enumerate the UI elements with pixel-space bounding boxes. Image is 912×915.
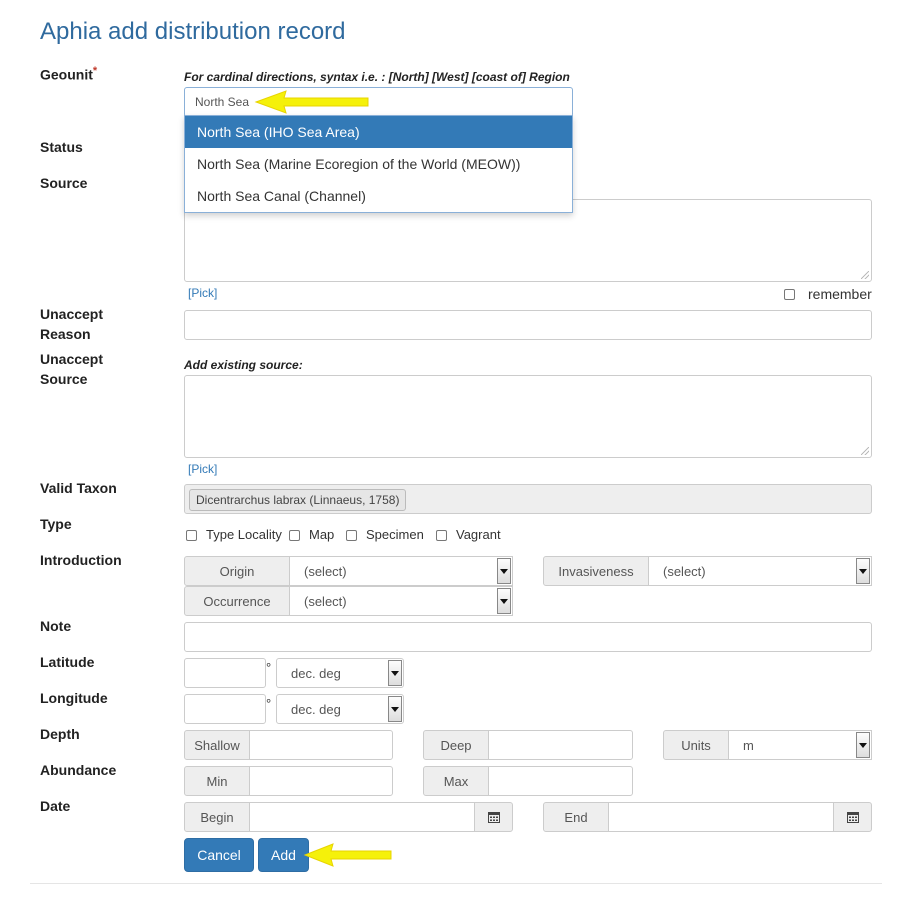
unaccept-reason-label: Unaccept Reason	[40, 306, 104, 342]
valid-taxon-tag: Dicentrarchus labrax (Linnaeus, 1758)	[189, 489, 407, 511]
specimen-checkbox[interactable]	[346, 530, 357, 541]
note-input[interactable]	[184, 622, 872, 652]
depth-label: Depth	[40, 726, 80, 742]
depth-units-select[interactable]: m	[728, 730, 872, 760]
end-date-input[interactable]	[608, 802, 834, 832]
longitude-label: Longitude	[40, 690, 108, 706]
latitude-unit-select[interactable]: dec. deg	[276, 658, 404, 688]
end-addon: End	[543, 802, 609, 832]
degree-symbol: °	[266, 696, 272, 711]
max-addon: Max	[423, 766, 489, 796]
invasiveness-addon: Invasiveness	[543, 556, 649, 586]
min-input[interactable]	[249, 766, 393, 796]
begin-date-input[interactable]	[249, 802, 475, 832]
geounit-input[interactable]: North Sea	[184, 87, 573, 117]
chevron-down-icon[interactable]	[388, 696, 402, 722]
required-mark: *	[92, 65, 98, 77]
unaccept-source-pick-link[interactable]: [Pick]	[188, 462, 217, 476]
remember-checkbox[interactable]	[784, 289, 795, 300]
type-label: Type	[40, 516, 72, 532]
pointer-arrow-icon	[303, 843, 392, 867]
geounit-label: Geounit*	[40, 65, 98, 83]
chevron-down-icon[interactable]	[388, 660, 402, 686]
specimen-label: Specimen	[366, 527, 424, 542]
divider	[30, 883, 882, 884]
occurrence-addon: Occurrence	[184, 586, 290, 616]
shallow-input[interactable]	[249, 730, 393, 760]
suggestion-item[interactable]: North Sea (Marine Ecoregion of the World…	[185, 148, 572, 180]
calendar-icon	[846, 812, 859, 823]
vagrant-checkbox[interactable]	[436, 530, 447, 541]
resize-grip-icon[interactable]	[861, 271, 869, 279]
type-locality-checkbox[interactable]	[186, 530, 197, 541]
deep-addon: Deep	[423, 730, 489, 760]
occurrence-select[interactable]: (select)	[289, 586, 513, 616]
latitude-input[interactable]	[184, 658, 266, 688]
longitude-input[interactable]	[184, 694, 266, 724]
page-title: Aphia add distribution record	[40, 18, 346, 45]
suggestion-item[interactable]: North Sea (IHO Sea Area)	[185, 116, 572, 148]
begin-addon: Begin	[184, 802, 250, 832]
unaccept-source-textarea[interactable]	[184, 375, 872, 458]
map-checkbox[interactable]	[289, 530, 300, 541]
valid-taxon-field: Dicentrarchus labrax (Linnaeus, 1758)	[184, 484, 872, 514]
valid-taxon-label: Valid Taxon	[40, 480, 117, 496]
units-addon: Units	[663, 730, 729, 760]
degree-symbol: °	[266, 660, 272, 675]
begin-calendar-button[interactable]	[474, 802, 513, 832]
date-label: Date	[40, 798, 71, 814]
status-label: Status	[40, 139, 83, 155]
end-calendar-button[interactable]	[833, 802, 872, 832]
pointer-arrow-icon	[254, 90, 369, 114]
geounit-hint: For cardinal directions, syntax i.e. : […	[184, 70, 570, 84]
introduction-label: Introduction	[40, 552, 122, 568]
deep-input[interactable]	[488, 730, 633, 760]
unaccept-source-label: Unaccept Source	[40, 351, 104, 387]
source-label: Source	[40, 175, 88, 191]
map-label: Map	[309, 527, 335, 542]
unaccept-reason-input[interactable]	[184, 310, 872, 340]
chevron-down-icon[interactable]	[856, 558, 870, 584]
cancel-button[interactable]: Cancel	[184, 838, 254, 872]
source-pick-link[interactable]: [Pick]	[188, 286, 217, 300]
origin-select[interactable]: (select)	[289, 556, 513, 586]
origin-addon: Origin	[184, 556, 290, 586]
suggestion-item[interactable]: North Sea Canal (Channel)	[185, 180, 572, 212]
add-button[interactable]: Add	[258, 838, 309, 872]
longitude-unit-select[interactable]: dec. deg	[276, 694, 404, 724]
chevron-down-icon[interactable]	[856, 732, 870, 758]
remember-label: remember	[808, 286, 872, 302]
geounit-suggestions: North Sea (IHO Sea Area) North Sea (Mari…	[184, 115, 573, 213]
shallow-addon: Shallow	[184, 730, 250, 760]
abundance-label: Abundance	[40, 762, 117, 778]
max-input[interactable]	[488, 766, 633, 796]
note-label: Note	[40, 618, 72, 634]
chevron-down-icon[interactable]	[497, 588, 511, 614]
resize-grip-icon[interactable]	[861, 447, 869, 455]
vagrant-label: Vagrant	[456, 527, 501, 542]
latitude-label: Latitude	[40, 654, 95, 670]
type-locality-label: Type Locality	[206, 527, 282, 542]
chevron-down-icon[interactable]	[497, 558, 511, 584]
min-addon: Min	[184, 766, 250, 796]
unaccept-source-hint: Add existing source:	[184, 358, 303, 372]
invasiveness-select[interactable]: (select)	[648, 556, 872, 586]
calendar-icon	[487, 812, 500, 823]
